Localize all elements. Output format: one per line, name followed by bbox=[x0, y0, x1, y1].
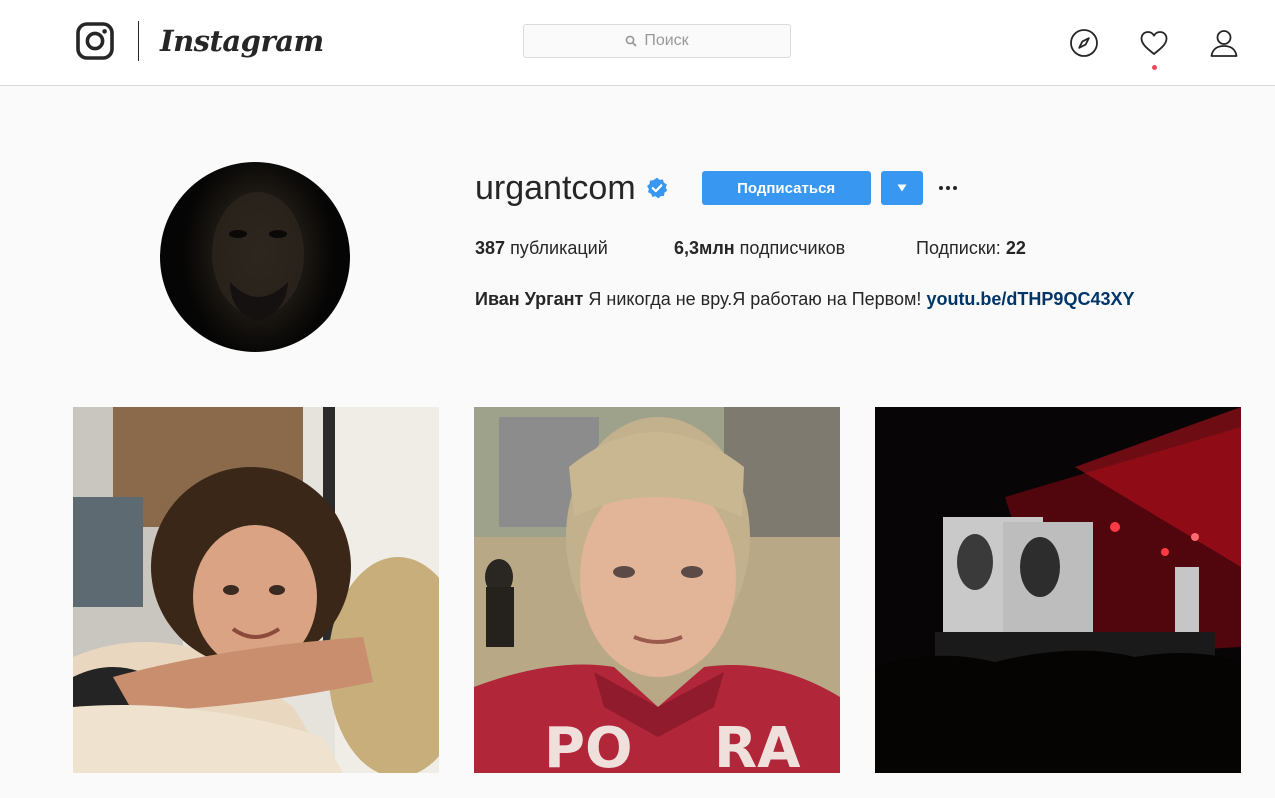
more-options-button[interactable] bbox=[938, 183, 957, 193]
profile-full-name: Иван Ургант bbox=[475, 289, 584, 309]
post-thumbnail[interactable] bbox=[875, 407, 1241, 773]
avatar-face-image bbox=[212, 192, 304, 322]
top-navigation-bar: Instagram Поиск bbox=[0, 0, 1275, 86]
posts-count: 387 bbox=[475, 238, 506, 258]
followers-stat[interactable]: 6,3млн подписчиков bbox=[674, 238, 845, 259]
activity-heart-icon bbox=[1140, 31, 1168, 55]
following-count: 22 bbox=[1005, 238, 1026, 258]
followers-count: 6,3млн bbox=[674, 238, 735, 258]
logo-divider bbox=[138, 21, 139, 61]
bio-text: Я никогда не вру.Я работаю на Первом! bbox=[588, 289, 922, 309]
suggestions-dropdown-button[interactable] bbox=[880, 171, 923, 205]
svg-text:PO: PO bbox=[544, 716, 633, 773]
following-stat[interactable]: Подписки: 22 bbox=[916, 238, 1026, 259]
following-label: Подписки: bbox=[916, 238, 1001, 258]
home-logo-link[interactable]: Instagram bbox=[76, 21, 324, 61]
instagram-wordmark: Instagram bbox=[160, 24, 324, 58]
profile-bio: Иван Ургант Я никогда не вру.Я работаю н… bbox=[475, 289, 1134, 310]
posts-label: публикаций bbox=[510, 238, 608, 258]
notification-dot bbox=[1152, 65, 1157, 70]
profile-avatar[interactable] bbox=[160, 162, 350, 352]
search-placeholder: Поиск bbox=[644, 32, 689, 49]
profile-title-row: urgantcom Подписаться bbox=[475, 162, 957, 214]
profile-button[interactable] bbox=[1209, 28, 1239, 58]
explore-button[interactable] bbox=[1069, 28, 1099, 58]
search-input[interactable]: Поиск bbox=[523, 24, 791, 58]
search-icon bbox=[625, 35, 637, 47]
explore-compass-icon bbox=[1070, 29, 1098, 57]
post-image-concert-stage bbox=[875, 407, 1241, 773]
instagram-glyph-icon bbox=[76, 22, 114, 60]
post-image-girl-smiling bbox=[73, 407, 439, 773]
follow-button[interactable]: Подписаться bbox=[701, 171, 871, 205]
triangle-down-icon bbox=[897, 184, 907, 192]
profile-info: urgantcom Подписаться 387 публикаций 6,3… bbox=[475, 162, 1134, 309]
nav-icon-group bbox=[1069, 28, 1239, 70]
bio-external-link[interactable]: youtu.be/dTHP9QC43XY bbox=[926, 289, 1134, 309]
posts-stat: 387 публикаций bbox=[475, 238, 608, 259]
activity-button[interactable] bbox=[1139, 28, 1169, 70]
followers-label: подписчиков bbox=[739, 238, 846, 258]
ellipsis-icon bbox=[938, 186, 957, 190]
svg-text:RA: RA bbox=[714, 716, 801, 773]
profile-user-icon bbox=[1210, 30, 1238, 57]
post-thumbnail[interactable]: PO RA bbox=[474, 407, 840, 773]
post-image-man-selfie: PO RA bbox=[474, 407, 840, 773]
profile-username: urgantcom bbox=[475, 169, 636, 207]
post-thumbnail[interactable] bbox=[73, 407, 439, 773]
verified-badge-icon bbox=[646, 177, 667, 199]
